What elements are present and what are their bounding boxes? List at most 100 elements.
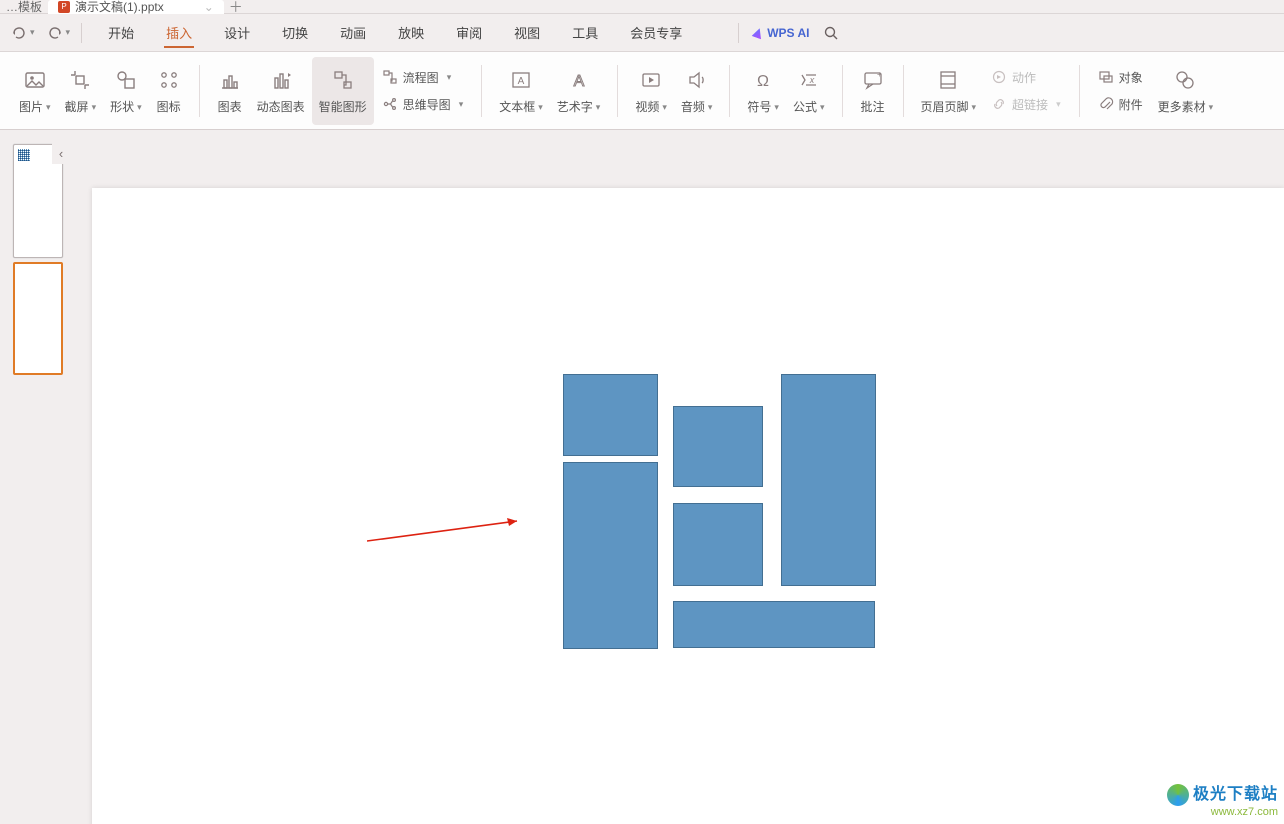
menu-member[interactable]: 会员专享 xyxy=(614,14,698,51)
menu-tools[interactable]: 工具 xyxy=(556,14,614,51)
audio-icon xyxy=(684,67,710,93)
watermark-url: www.xz7.com xyxy=(1211,806,1278,820)
menu-animation[interactable]: 动画 xyxy=(324,14,382,51)
quick-access: ▾ ▾ xyxy=(0,22,92,44)
menu-start[interactable]: 开始 xyxy=(92,14,150,51)
dynamic-chart-icon xyxy=(268,67,294,93)
video-icon xyxy=(638,67,664,93)
file-tab[interactable]: P 演示文稿(1).pptx ⌄ xyxy=(48,0,224,14)
workspace: ‹ xyxy=(0,130,1284,824)
action-icon xyxy=(991,69,1007,85)
search-icon xyxy=(823,25,839,41)
menu-bar: ▾ ▾ 开始 插入 设计 切换 动画 放映 审阅 视图 工具 会员专享 WPS … xyxy=(0,14,1284,52)
icons-button[interactable]: 图标 xyxy=(149,57,189,125)
slide-thumbnail-2[interactable] xyxy=(13,262,63,375)
icons-icon xyxy=(156,67,182,93)
shape-rectangle[interactable] xyxy=(781,374,876,586)
watermark-brand: 极光下载站 xyxy=(1193,785,1278,805)
shape-rectangle[interactable] xyxy=(563,374,658,456)
menu-insert[interactable]: 插入 xyxy=(150,14,208,51)
smart-shape-button[interactable]: 智能图形 xyxy=(312,57,374,125)
watermark-logo-icon xyxy=(1167,784,1189,806)
wps-ai-label: WPS AI xyxy=(767,26,809,40)
flowchart-button[interactable]: 流程图▾ xyxy=(378,67,468,88)
slide-1-content-preview xyxy=(18,149,30,161)
svg-text:A: A xyxy=(573,73,584,90)
header-footer-icon xyxy=(935,67,961,93)
audio-button[interactable]: 音频 xyxy=(674,57,720,125)
attachment-button[interactable]: 附件 xyxy=(1094,94,1147,115)
object-icon xyxy=(1098,69,1114,85)
mindmap-icon xyxy=(382,96,398,112)
equation-icon: x xyxy=(796,67,822,93)
search-button[interactable] xyxy=(823,25,839,41)
tab-other[interactable]: …模板 xyxy=(0,0,48,14)
symbol-icon: Ω xyxy=(750,67,776,93)
picture-icon xyxy=(22,67,48,93)
menu-right: WPS AI xyxy=(738,23,839,43)
shape-rectangle[interactable] xyxy=(673,601,875,648)
smart-shape-icon xyxy=(330,67,356,93)
chart-icon xyxy=(217,67,243,93)
menu-slideshow[interactable]: 放映 xyxy=(382,14,440,51)
svg-text:x: x xyxy=(808,75,814,85)
ai-logo-icon xyxy=(752,26,765,39)
dropdown-caret-icon: ▾ xyxy=(30,27,35,38)
separator xyxy=(81,23,82,43)
collapse-panel-button[interactable]: ‹ xyxy=(52,142,70,164)
current-slide[interactable] xyxy=(92,188,1284,824)
title-tabs: …模板 P 演示文稿(1).pptx ⌄ ＋ xyxy=(0,0,1284,14)
tab-dropdown-icon[interactable]: ⌄ xyxy=(204,0,214,14)
chevron-left-icon: ‹ xyxy=(59,146,63,161)
annotation-arrow xyxy=(367,516,537,546)
wordart-button[interactable]: A 艺术字 xyxy=(550,57,608,125)
menu-review[interactable]: 审阅 xyxy=(440,14,498,51)
menu-transition[interactable]: 切换 xyxy=(266,14,324,51)
slide-thumbnails-panel[interactable]: ‹ xyxy=(0,130,69,824)
svg-text:Ω: Ω xyxy=(757,73,769,90)
ribbon-insert: 图片 截屏 形状 图标 图表 xyxy=(0,52,1284,130)
wps-ai-button[interactable]: WPS AI xyxy=(753,26,809,40)
shapes-button[interactable]: 形状 xyxy=(103,57,149,125)
shape-rectangle[interactable] xyxy=(673,406,763,487)
undo-button[interactable]: ▾ xyxy=(6,22,40,44)
shapes-icon xyxy=(113,67,139,93)
video-button[interactable]: 视频 xyxy=(628,57,674,125)
screenshot-button[interactable]: 截屏 xyxy=(58,57,104,125)
comment-button[interactable]: + 批注 xyxy=(853,57,893,125)
dropdown-caret-icon: ▾ xyxy=(66,27,71,38)
wordart-icon: A xyxy=(566,67,592,93)
screenshot-icon xyxy=(67,67,93,93)
object-button[interactable]: 对象 xyxy=(1094,67,1147,88)
main-menu: 开始 插入 设计 切换 动画 放映 审阅 视图 工具 会员专享 xyxy=(92,14,698,51)
menu-design[interactable]: 设计 xyxy=(208,14,266,51)
textbox-icon: A xyxy=(508,67,534,93)
header-footer-button[interactable]: 页眉页脚 xyxy=(914,57,984,125)
hyperlink-icon xyxy=(991,96,1007,112)
chart-button[interactable]: 图表 xyxy=(210,57,250,125)
svg-text:A: A xyxy=(518,76,525,87)
insert-picture-button[interactable]: 图片 xyxy=(12,57,58,125)
shape-rectangle[interactable] xyxy=(563,462,658,649)
equation-button[interactable]: x 公式 xyxy=(786,57,832,125)
shape-rectangle[interactable] xyxy=(673,503,763,586)
more-assets-icon xyxy=(1172,67,1198,93)
hyperlink-button: 超链接▾ xyxy=(987,94,1065,115)
textbox-button[interactable]: A 文本框 xyxy=(492,57,550,125)
symbol-button[interactable]: Ω 符号 xyxy=(740,57,786,125)
comment-icon: + xyxy=(860,67,886,93)
mindmap-button[interactable]: 思维导图▾ xyxy=(378,94,468,115)
action-button: 动作 xyxy=(987,67,1065,88)
pptx-file-icon: P xyxy=(58,1,70,13)
dynamic-chart-button[interactable]: 动态图表 xyxy=(250,57,312,125)
menu-view[interactable]: 视图 xyxy=(498,14,556,51)
file-name: 演示文稿(1).pptx xyxy=(75,0,164,15)
redo-button[interactable]: ▾ xyxy=(42,22,76,44)
slide-canvas-area[interactable] xyxy=(69,130,1284,824)
attachment-icon xyxy=(1098,96,1114,112)
separator xyxy=(738,23,739,43)
svg-text:+: + xyxy=(877,70,882,79)
more-assets-button[interactable]: 更多素材 xyxy=(1151,57,1221,125)
flowchart-icon xyxy=(382,69,398,85)
site-watermark: 极光下载站 www.xz7.com xyxy=(1167,784,1278,820)
